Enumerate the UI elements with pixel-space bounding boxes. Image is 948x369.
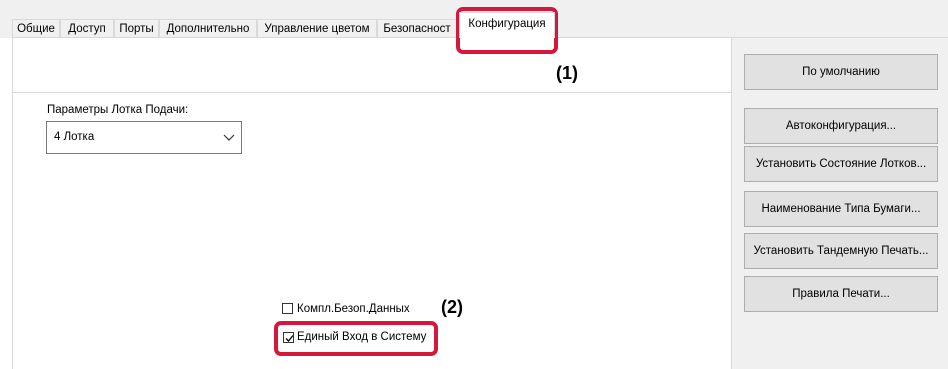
tab-configuration[interactable]: Конфигурация bbox=[459, 12, 555, 38]
data-security-kit-label: Компл.Безоп.Данных bbox=[297, 303, 410, 314]
page-left-border bbox=[12, 38, 13, 369]
tab-access[interactable]: Доступ bbox=[60, 19, 114, 37]
annotation-two: (2) bbox=[441, 297, 463, 317]
autoconfiguration-button[interactable]: Автоконфигурация... bbox=[744, 108, 938, 144]
print-rules-button[interactable]: Правила Печати... bbox=[744, 276, 938, 312]
feed-tray-select[interactable]: 4 Лотка bbox=[46, 121, 242, 154]
tab-general[interactable]: Общие bbox=[12, 19, 60, 37]
defaults-button[interactable]: По умолчанию bbox=[744, 54, 938, 90]
annotation-one: (1) bbox=[556, 63, 578, 83]
horizontal-divider bbox=[13, 92, 731, 93]
data-security-kit-row: Компл.Безоп.Данных bbox=[282, 300, 442, 314]
tab-advanced[interactable]: Дополнительно bbox=[159, 19, 257, 37]
tab-security[interactable]: Безопасност bbox=[377, 19, 457, 37]
feed-tray-select-value: 4 Лотка bbox=[54, 131, 95, 143]
set-tray-status-button[interactable]: Установить Состояние Лотков... bbox=[744, 146, 938, 182]
tandem-print-button[interactable]: Установить Тандемную Печать... bbox=[744, 233, 938, 269]
feed-tray-label: Параметры Лотка Подачи: bbox=[47, 104, 189, 116]
tab-ports[interactable]: Порты bbox=[114, 19, 159, 37]
paper-type-name-button[interactable]: Наименование Типа Бумаги... bbox=[744, 191, 938, 227]
single-sign-on-highlight bbox=[274, 321, 438, 356]
printer-properties-dialog: Общие Доступ Порты Дополнительно Управле… bbox=[0, 0, 948, 369]
tab-color-management[interactable]: Управление цветом bbox=[257, 19, 377, 37]
data-security-kit-checkbox[interactable] bbox=[282, 303, 293, 314]
chevron-down-icon bbox=[222, 130, 236, 144]
vertical-divider bbox=[731, 38, 732, 369]
